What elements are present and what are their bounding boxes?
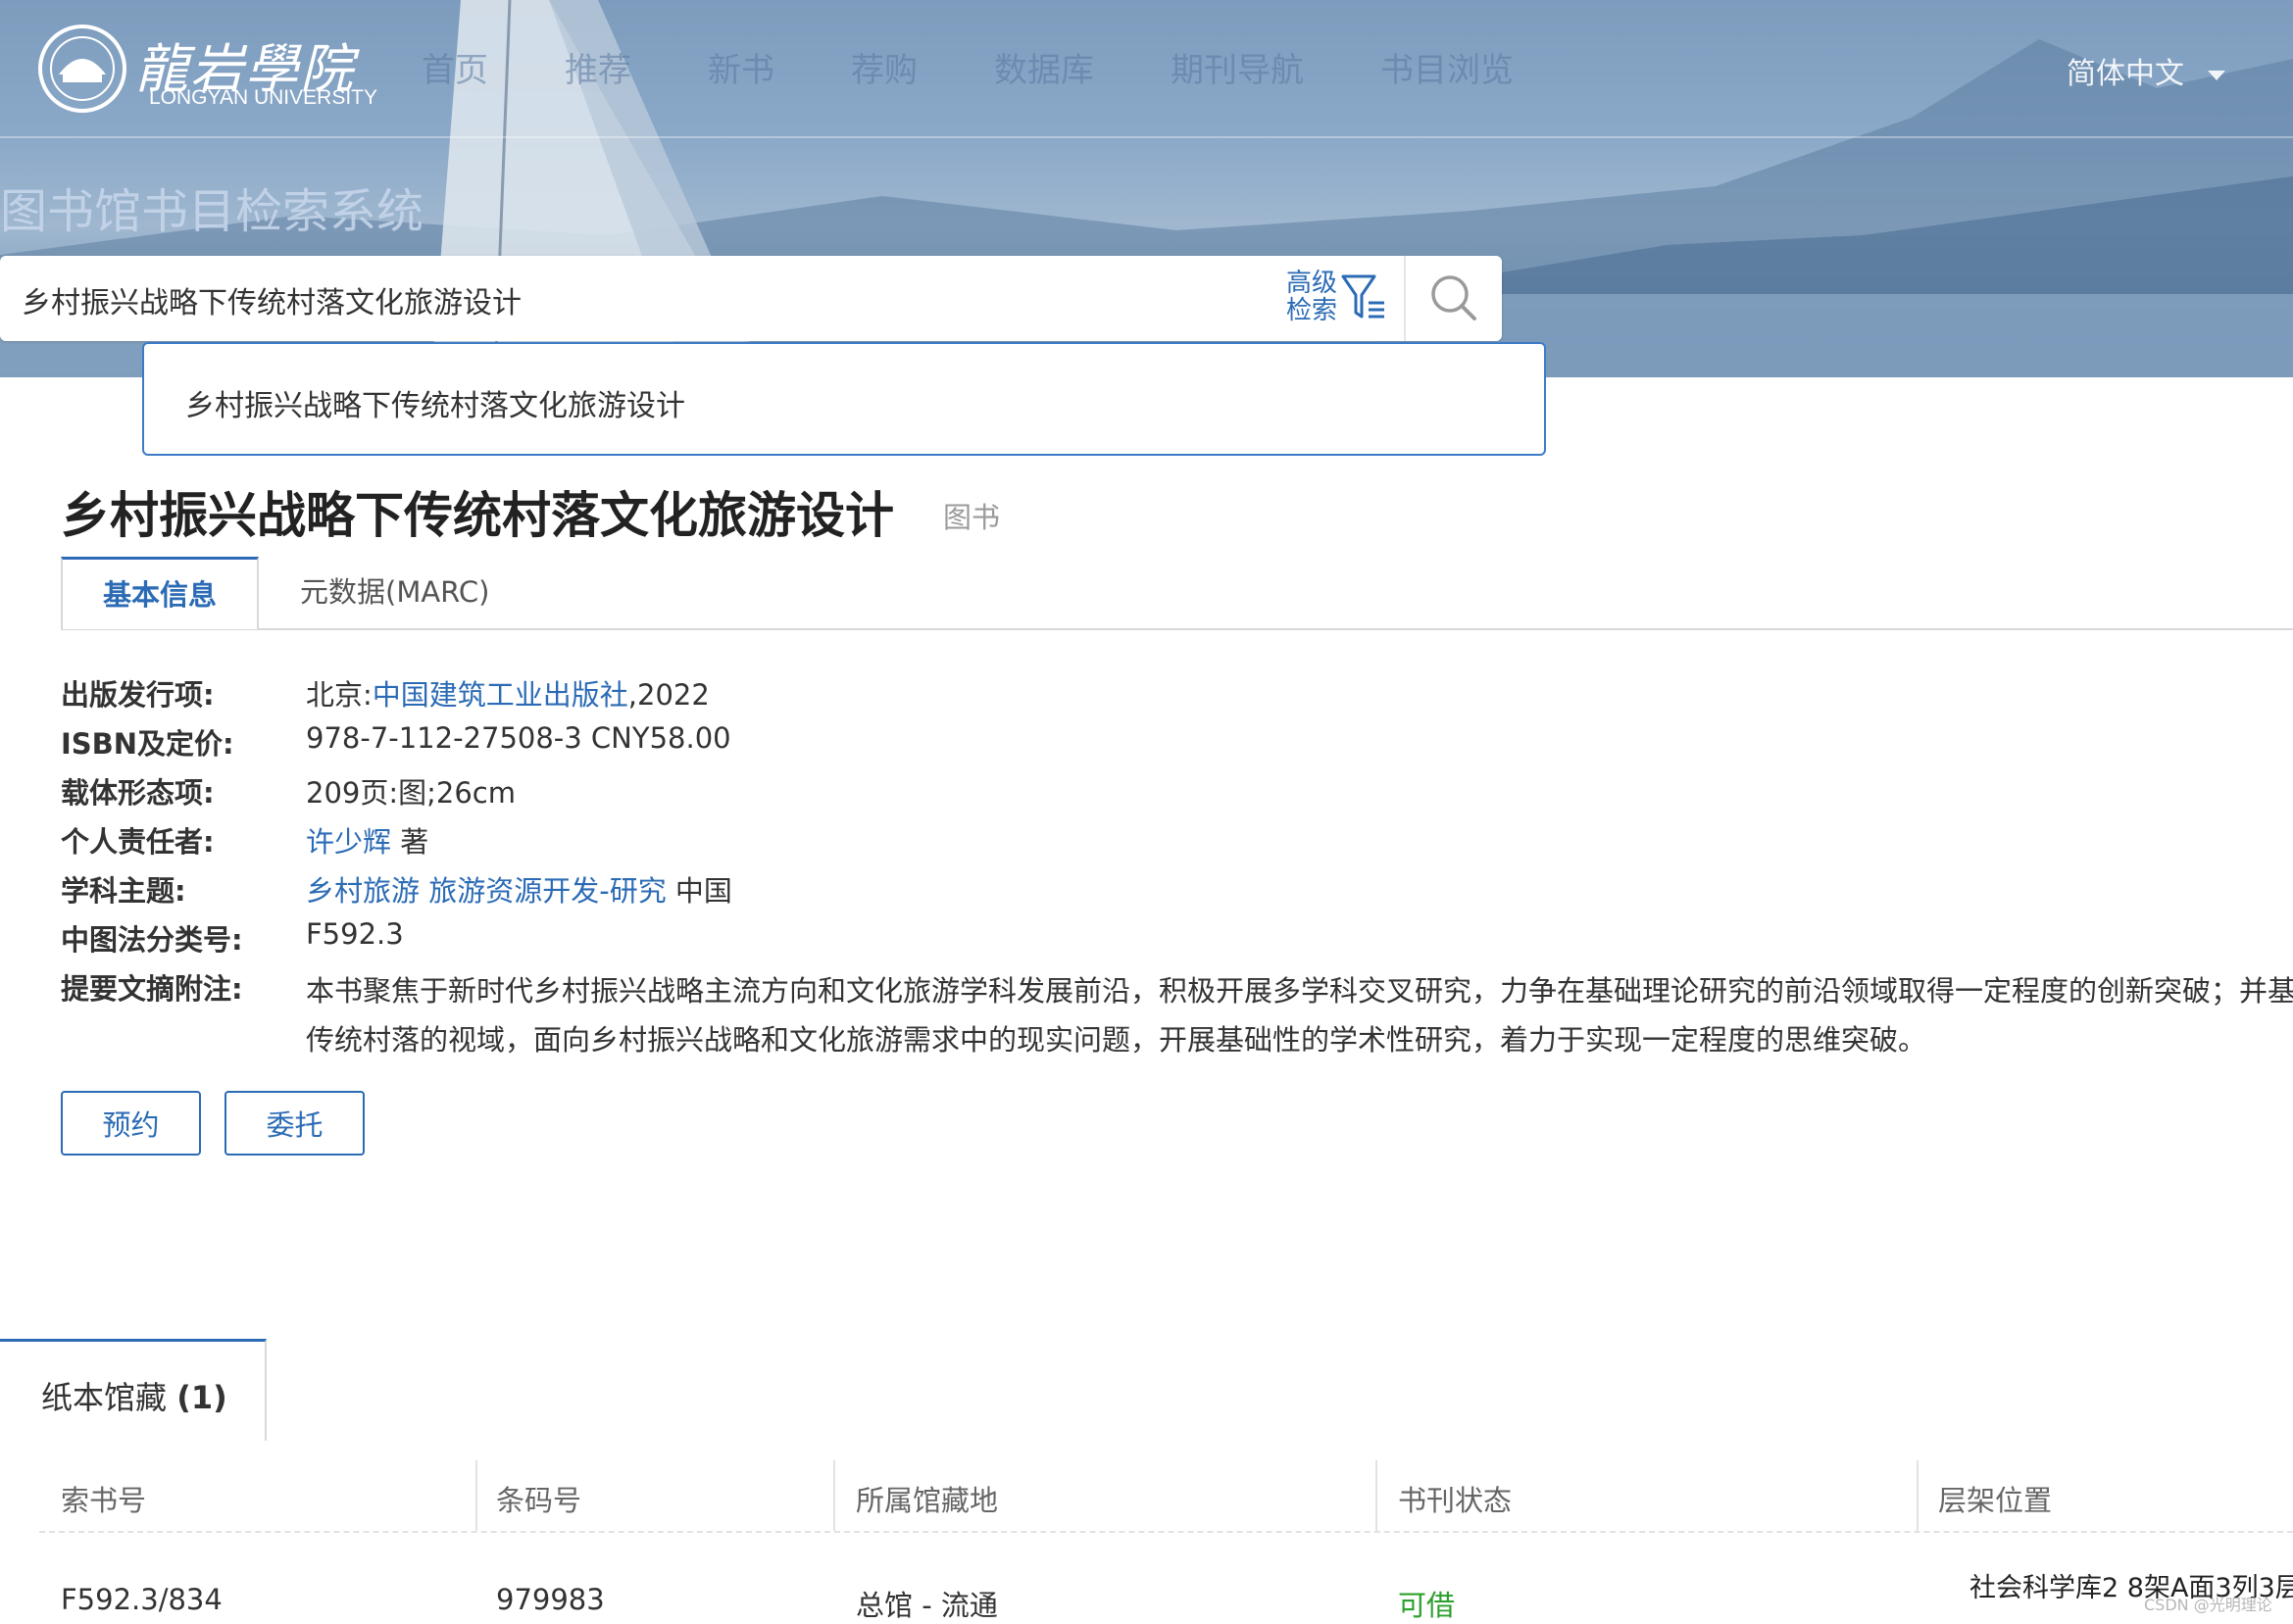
watermark: CSDN @光明理论 [2144,1596,2272,1614]
nav-recommend[interactable]: 推荐 [565,43,631,91]
field-author: 个人责任者: 许少辉 著 [61,819,2293,868]
suggestion-item[interactable]: 乡村振兴战略下传统村落文化旅游设计 [185,381,685,424]
field-subject: 学科主题: 乡村旅游 旅游资源开发-研究 中国 [61,868,2293,917]
nav-home[interactable]: 首页 [422,43,488,91]
table-header-divider [39,1531,2293,1533]
field-label: 出版发行项: [61,678,215,712]
publish-place: 北京: [306,678,373,712]
search-icon [1431,275,1476,320]
column-header-status: 书刊状态 [1398,1484,1513,1517]
field-isbn: ISBN及定价: 978-7-112-27508-3 CNY58.00 [61,721,2293,770]
detail-tabs: 基本信息 元数据(MARC) [61,557,2293,630]
main-nav: 首页 推荐 新书 荐购 数据库 期刊导航 书目浏览 [422,43,1590,91]
search-input[interactable] [20,277,1259,322]
cell-barcode: 979983 [496,1583,605,1616]
field-value: 乡村旅游 旅游资源开发-研究 中国 [306,868,732,910]
language-label: 简体中文 [2067,57,2184,91]
field-value: 许少辉 著 [306,819,428,861]
column-separator [1375,1460,1377,1531]
column-header-location: 所属馆藏地 [856,1484,999,1517]
book-type-badge: 图书 [943,501,1001,534]
logo-english-name: LONGYAN UNIVERSITY [149,86,377,109]
advanced-search-label: 高级检索 [1286,269,1338,325]
holdings-count: (1) [176,1379,227,1416]
field-publish: 出版发行项: 北京:中国建筑工业出版社,2022 [61,672,2293,721]
reserve-button[interactable]: 预约 [61,1091,201,1156]
language-selector[interactable]: 简体中文 [2067,49,2225,92]
search-bar: 高级检索 [0,256,1502,341]
abstract-text: 本书聚焦于新时代乡村振兴战略主流方向和文化旅游学科发展前沿，积极开展多学科交叉研… [306,974,2293,1057]
filter-icon [1341,274,1384,319]
column-header-barcode: 条码号 [496,1484,582,1517]
field-label: 中图法分类号: [61,923,243,957]
nav-browse[interactable]: 书目浏览 [1380,43,1514,91]
column-separator [833,1460,835,1531]
nav-purchase-request[interactable]: 荐购 [851,43,918,91]
field-label: 个人责任者: [61,825,215,859]
search-suggestions: 乡村振兴战略下传统村落文化旅游设计 [142,342,1546,456]
column-separator [1917,1460,1919,1531]
field-physical: 载体形态项: 209页:图;26cm [61,770,2293,819]
cell-call-no: F592.3/834 [61,1583,223,1616]
author-role: 著 [391,825,429,859]
book-title: 乡村振兴战略下传统村落文化旅游设计 [61,487,894,544]
nav-journals[interactable]: 期刊导航 [1171,43,1304,91]
holdings-tab-label: 纸本馆藏 (1) [41,1373,227,1418]
system-title: 图书馆书目检索系统 [0,184,424,239]
publisher-link[interactable]: 中国建筑工业出版社 [373,678,628,712]
nav-divider [0,136,2293,138]
search-button[interactable] [1406,256,1502,341]
field-label: ISBN及定价: [61,727,234,761]
field-label: 载体形态项: [61,776,215,810]
publish-year: ,2022 [627,678,710,712]
cell-status: 可借 [1398,1589,1456,1622]
holdings-tab-title: 纸本馆藏 [41,1379,168,1416]
field-value: 北京:中国建筑工业出版社,2022 [306,672,710,714]
nav-new-books[interactable]: 新书 [708,43,774,91]
subject-link[interactable]: 乡村旅游 [306,874,420,908]
column-separator [475,1460,477,1531]
tab-basic-info[interactable]: 基本信息 [61,557,259,629]
chevron-down-icon [2208,70,2225,80]
nav-databases[interactable]: 数据库 [994,43,1094,91]
author-link[interactable]: 许少辉 [306,825,391,859]
tab-print-holdings[interactable]: 纸本馆藏 (1) [0,1339,267,1441]
field-abstract: 提要文摘附注: 本书聚焦于新时代乡村振兴战略主流方向和文化旅游学科发展前沿，积极… [61,966,2293,1064]
subject-link[interactable]: 旅游资源开发-研究 [428,874,666,908]
cell-location: 总馆 - 流通 [856,1589,998,1622]
university-seal-icon [38,25,126,113]
column-header-call-no: 索书号 [61,1484,147,1517]
entrust-button[interactable]: 委托 [224,1091,365,1156]
field-clc: 中图法分类号: F592.3 [61,917,2293,966]
university-logo[interactable]: 龍岩學院 LONGYAN UNIVERSITY [37,22,377,120]
field-value: F592.3 [306,917,404,951]
book-info: 出版发行项: 北京:中国建筑工业出版社,2022 ISBN及定价: 978-7-… [61,672,2293,1064]
field-label: 学科主题: [61,874,186,908]
field-value: 209页:图;26cm [306,776,516,810]
field-label: 提要文摘附注: [61,972,243,1006]
advanced-search-button[interactable]: 高级检索 [1286,268,1394,328]
field-value: 978-7-112-27508-3 CNY58.00 [306,721,731,755]
tab-marc[interactable]: 元数据(MARC) [300,557,489,628]
subject-region: 中国 [666,874,732,908]
column-header-shelf: 层架位置 [1938,1484,2053,1517]
